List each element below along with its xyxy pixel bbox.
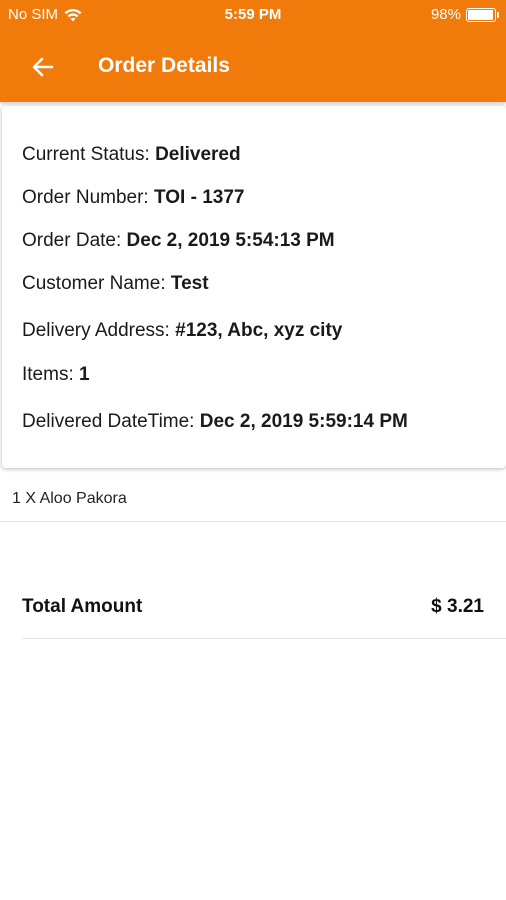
battery-percent: 98% — [430, 6, 461, 23]
total-amount-value: $ 3.21 — [431, 596, 484, 617]
customer-name-label: Customer Name: — [22, 273, 171, 294]
page-title: Order Details — [98, 54, 230, 77]
delivered-datetime-value: Dec 2, 2019 5:59:14 PM — [199, 411, 408, 432]
battery-fill — [468, 9, 494, 20]
items-count-value: 1 — [79, 364, 90, 385]
battery-icon — [466, 7, 499, 22]
total-divider — [22, 638, 506, 639]
order-number-value: TOI - 1377 — [153, 187, 245, 208]
items-count-label: Items: — [22, 364, 80, 385]
delivery-address-value: #123, Abc, xyz city — [175, 320, 343, 341]
order-date-row: Order Date: Dec 2, 2019 5:54:13 PM — [22, 230, 335, 252]
delivered-datetime-row: Delivered DateTime: Dec 2, 2019 5:59:14 … — [22, 411, 408, 433]
status-bar: No SIM 5:59 PM 98% — [0, 0, 506, 32]
order-date-value: Dec 2, 2019 5:54:13 PM — [126, 230, 335, 251]
order-details-card: Current Status: Delivered Order Number: … — [2, 106, 506, 468]
total-amount-label: Total Amount — [22, 596, 143, 617]
nav-bar: Order Details — [0, 32, 506, 102]
divider — [0, 521, 506, 522]
back-button[interactable] — [26, 50, 60, 84]
order-number-row: Order Number: TOI - 1377 — [22, 187, 244, 209]
back-arrow-icon — [32, 57, 54, 77]
items-count-row: Items: 1 — [22, 364, 90, 386]
order-date-label: Order Date: — [22, 230, 127, 251]
current-status-label: Current Status: — [22, 144, 156, 165]
status-right: 98% — [430, 6, 499, 23]
delivery-address-label: Delivery Address: — [22, 320, 176, 341]
customer-name-value: Test — [170, 273, 209, 294]
current-status-value: Delivered — [155, 144, 241, 165]
delivery-address-row: Delivery Address: #123, Abc, xyz city — [22, 320, 342, 342]
line-item: 1 X Aloo Pakora — [12, 490, 127, 507]
customer-name-row: Customer Name: Test — [22, 273, 209, 295]
order-number-label: Order Number: — [22, 187, 154, 208]
current-status-row: Current Status: Delivered — [22, 144, 241, 166]
delivered-datetime-label: Delivered DateTime: — [22, 411, 200, 432]
